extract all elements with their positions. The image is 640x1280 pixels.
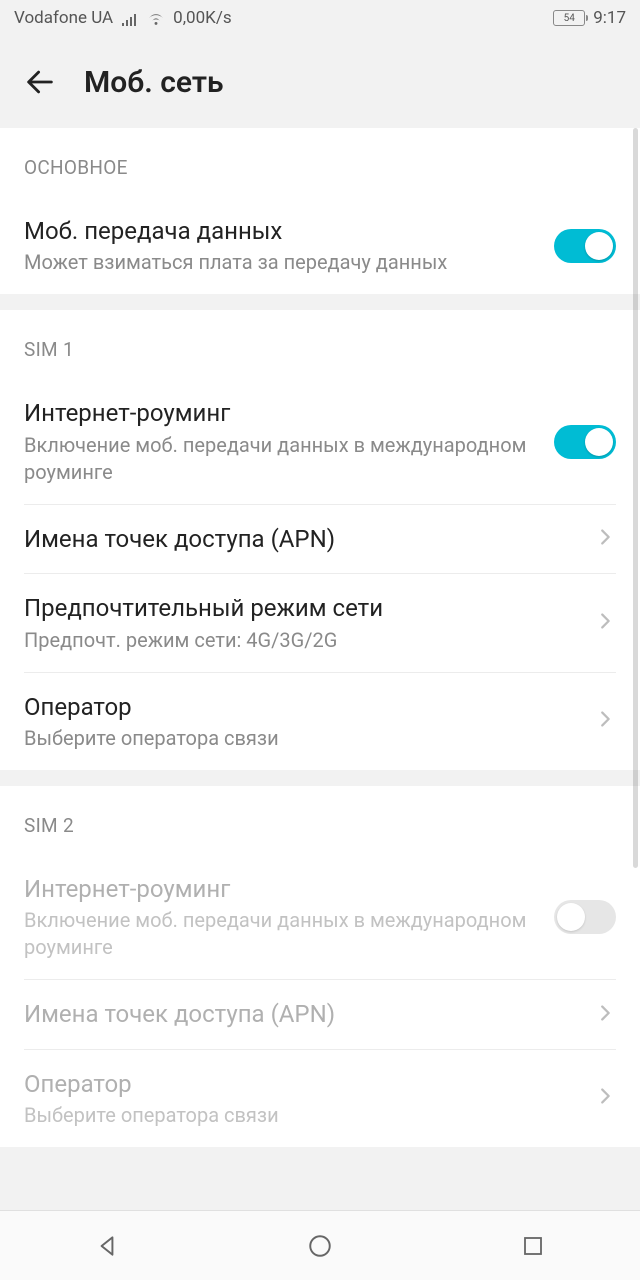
nav-back-button[interactable] xyxy=(93,1232,121,1260)
clock-label: 9:17 xyxy=(593,8,626,28)
section-header-sim2: SIM 2 xyxy=(0,786,640,855)
row-title: Интернет-роуминг xyxy=(24,873,538,905)
battery-pct: 54 xyxy=(553,10,585,26)
row-title: Моб. передача данных xyxy=(24,215,538,247)
chevron-right-icon xyxy=(594,610,616,636)
row-sub: Выберите оператора связи xyxy=(24,725,578,752)
nav-home-button[interactable] xyxy=(306,1232,334,1260)
row-sim1-roaming[interactable]: Интернет-роуминг Включение моб. передачи… xyxy=(0,379,640,503)
navigation-bar xyxy=(0,1210,640,1280)
row-sub: Выберите оператора связи xyxy=(24,1102,578,1129)
chevron-right-icon xyxy=(594,1085,616,1111)
chevron-right-icon xyxy=(594,1002,616,1028)
row-sub: Включение моб. передачи данных в междуна… xyxy=(24,432,538,486)
switch-sim1-roaming[interactable] xyxy=(554,425,616,459)
row-title: Имена точек доступа (APN) xyxy=(24,998,578,1030)
row-title: Имена точек доступа (APN) xyxy=(24,523,578,555)
nav-recent-button[interactable] xyxy=(519,1232,547,1260)
wifi-icon xyxy=(147,11,165,25)
signal-icon xyxy=(121,11,139,25)
section-header-main: ОСНОВНОЕ xyxy=(0,128,640,197)
battery-icon: 54 xyxy=(553,10,585,26)
scroll-indicator[interactable] xyxy=(633,128,638,868)
chevron-right-icon xyxy=(594,708,616,734)
row-sub: Включение моб. передачи данных в междуна… xyxy=(24,907,538,961)
page-title: Моб. сеть xyxy=(84,65,224,100)
data-rate-label: 0,00K/s xyxy=(173,8,231,28)
carrier-label: Vodafone UA xyxy=(14,8,113,28)
switch-sim2-roaming xyxy=(554,900,616,934)
row-title: Оператор xyxy=(24,691,578,723)
content-area: ОСНОВНОЕ Моб. передача данных Может взим… xyxy=(0,128,640,1147)
row-sub: Может взиматься плата за передачу данных xyxy=(24,249,538,276)
title-bar: Моб. сеть xyxy=(0,36,640,128)
switch-mobile-data[interactable] xyxy=(554,229,616,263)
row-sim1-network-mode[interactable]: Предпочтительный режим сети Предпочт. ре… xyxy=(0,574,640,671)
row-sub: Предпочт. режим сети: 4G/3G/2G xyxy=(24,627,578,654)
row-title: Предпочтительный режим сети xyxy=(24,592,578,624)
row-mobile-data[interactable]: Моб. передача данных Может взиматься пла… xyxy=(0,197,640,294)
status-bar: Vodafone UA 0,00K/s 54 9:17 xyxy=(0,0,640,36)
section-header-sim1: SIM 1 xyxy=(0,310,640,379)
chevron-right-icon xyxy=(594,526,616,552)
row-sim1-apn[interactable]: Имена точек доступа (APN) xyxy=(0,505,640,573)
back-button[interactable] xyxy=(20,62,60,102)
row-sim2-operator: Оператор Выберите оператора связи xyxy=(0,1050,640,1147)
row-title: Оператор xyxy=(24,1068,578,1100)
row-sim2-apn: Имена точек доступа (APN) xyxy=(0,980,640,1048)
row-title: Интернет-роуминг xyxy=(24,397,538,429)
row-sim1-operator[interactable]: Оператор Выберите оператора связи xyxy=(0,673,640,770)
row-sim2-roaming: Интернет-роуминг Включение моб. передачи… xyxy=(0,855,640,979)
